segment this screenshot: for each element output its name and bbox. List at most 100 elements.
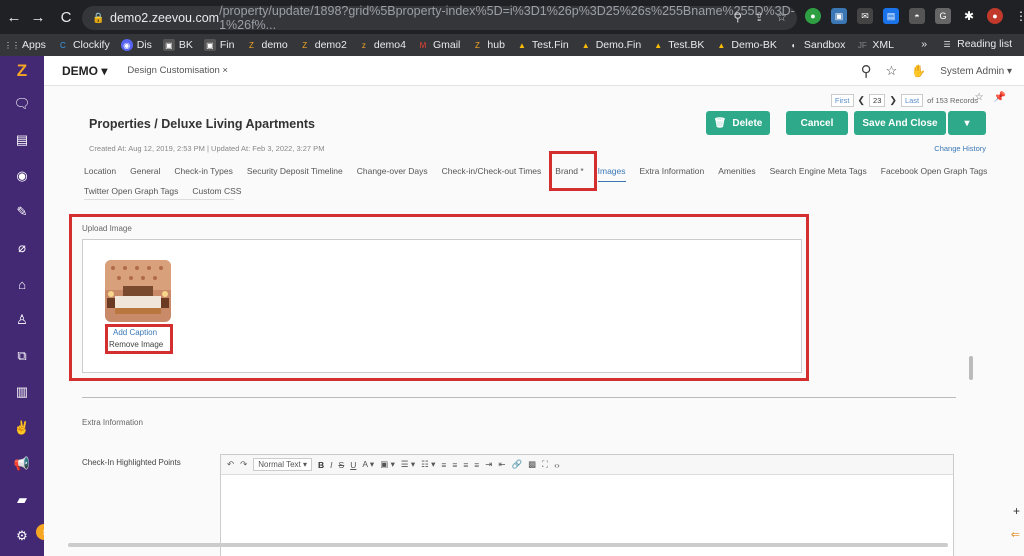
indent-icon[interactable]: ⇥ (485, 459, 492, 470)
tab-twitter-og[interactable]: Twitter Open Graph Tags (84, 186, 178, 196)
bookmark-demo2[interactable]: Zdemo2 (299, 39, 347, 51)
extensions-puzzle-icon[interactable]: ✱ (961, 8, 977, 24)
bookmark-test-bk[interactable]: ▲ Test.BK (652, 39, 704, 51)
vertical-scrollbar[interactable] (969, 356, 973, 380)
pager-prev-icon[interactable]: ❮ (858, 95, 866, 106)
font-color-icon[interactable]: A ▾ (362, 459, 374, 470)
horizontal-scrollbar[interactable] (68, 543, 948, 547)
delete-button[interactable]: 🗑 Delete (706, 111, 770, 135)
search-icon[interactable]: ⚲ (861, 62, 872, 80)
tab-amenities[interactable]: Amenities (718, 166, 755, 182)
bookmark-fin[interactable]: ▣ Fin (203, 39, 234, 51)
copy-icon[interactable]: ⧉ (0, 338, 44, 374)
align-right-icon[interactable]: ≡ (463, 460, 468, 470)
favorite-star-icon[interactable]: ☆ (886, 63, 898, 79)
home-icon[interactable]: ⌂ (0, 266, 44, 302)
tab-location[interactable]: Location (84, 166, 116, 182)
add-icon[interactable]: + (1013, 504, 1020, 518)
pager-current[interactable]: 23 (869, 94, 886, 107)
pager-first[interactable]: First (830, 94, 854, 107)
bookmark-dis[interactable]: ◉ Dis (120, 39, 152, 51)
extension-icon[interactable]: ● (805, 8, 821, 24)
property-image-thumbnail[interactable] (105, 260, 171, 322)
numbered-list-icon[interactable]: ☷ ▾ (421, 459, 435, 470)
bookmarks-overflow[interactable]: » (921, 38, 927, 50)
source-code-icon[interactable]: ‹› (554, 460, 560, 470)
change-history-link[interactable]: Change History (934, 144, 986, 153)
tag-icon[interactable]: ⌀ (0, 230, 44, 266)
user-icon[interactable]: ♙ (0, 302, 44, 338)
redo-icon[interactable]: ↷ (240, 459, 247, 470)
chat-icon[interactable]: 🗨 (0, 86, 44, 122)
extension-icon[interactable]: G (935, 8, 951, 24)
bookmark-star-icon[interactable]: ☆ (776, 10, 787, 24)
bookmark-test-fin[interactable]: ▲ Test.Fin (516, 39, 569, 51)
tab-facebook-og[interactable]: Facebook Open Graph Tags (881, 166, 988, 182)
bookmark-demo4[interactable]: z demo4 (358, 39, 406, 51)
bookmark-clockify[interactable]: C Clockify (57, 39, 110, 51)
tab-general[interactable]: General (130, 166, 160, 182)
address-bar[interactable]: 🔒 demo2.zeevou.com /property/update/1898… (82, 4, 797, 32)
reload-icon[interactable]: C (56, 9, 76, 26)
bookmark-demo[interactable]: Zdemo (245, 39, 288, 51)
extension-icon[interactable]: ▤ (883, 8, 899, 24)
handshake-icon[interactable]: ✌ (0, 410, 44, 446)
bookmark-demo-bk[interactable]: ▲ Demo-BK (715, 39, 776, 51)
save-options-dropdown[interactable]: ▾ (948, 111, 986, 135)
back-arrow-icon[interactable]: ⇐ (1011, 528, 1020, 541)
format-select[interactable]: Normal Text ▾ (253, 458, 313, 471)
bookmark-xml[interactable]: JF XML (856, 39, 894, 51)
bookmark-gmail[interactable]: M Gmail (417, 39, 461, 51)
tab-seo-meta-tags[interactable]: Search Engine Meta Tags (770, 166, 867, 182)
tab-check-times[interactable]: Check-in/Check-out Times (442, 166, 542, 182)
hand-icon[interactable]: ✋ (911, 64, 926, 78)
tab-images[interactable]: Images (597, 166, 626, 182)
user-menu[interactable]: System Admin ▾ (940, 66, 1012, 77)
open-tab[interactable]: Design Customisation × (127, 65, 228, 76)
extension-icon[interactable]: ◓ (909, 8, 925, 24)
fullscreen-icon[interactable]: ⛶ (542, 459, 548, 470)
tab-change-over-days[interactable]: Change-over Days (357, 166, 428, 182)
tab-security-deposit[interactable]: Security Deposit Timeline (247, 166, 343, 182)
forward-icon[interactable]: → (28, 9, 48, 26)
save-and-close-button[interactable]: Save And Close (854, 111, 946, 135)
mail-icon[interactable]: ✉ (857, 8, 873, 24)
italic-icon[interactable]: I (330, 460, 332, 470)
link-icon[interactable]: 🔗 (512, 459, 523, 470)
align-justify-icon[interactable]: ≡ (474, 460, 479, 470)
folder-icon[interactable]: ▰ (0, 482, 44, 518)
megaphone-icon[interactable]: 📢 (0, 446, 44, 482)
image-upload-area[interactable]: Add Caption Remove Image (82, 239, 802, 373)
tab-check-in-types[interactable]: Check-in Types (174, 166, 232, 182)
undo-icon[interactable]: ↶ (227, 459, 234, 470)
bookmark-demo-fin[interactable]: ▲ Demo.Fin (580, 39, 641, 51)
tab-extra-information[interactable]: Extra Information (640, 166, 705, 182)
align-center-icon[interactable]: ≡ (452, 460, 457, 470)
bookmark-sandbox[interactable]: ◐ Sandbox (788, 39, 845, 51)
zoom-icon[interactable]: ⚲ (733, 10, 742, 24)
brand-dropdown[interactable]: DEMO ▾ (62, 64, 107, 78)
pager-last[interactable]: Last (900, 94, 924, 107)
cancel-button[interactable]: Cancel (786, 111, 848, 135)
menu-kebab-icon[interactable]: ⋮ (1013, 8, 1024, 24)
highlight-color-icon[interactable]: ▣ ▾ (380, 459, 395, 470)
star-icon[interactable]: ☆ (975, 92, 984, 103)
underline-icon[interactable]: U (350, 460, 356, 470)
zeevou-logo[interactable]: Z (0, 56, 44, 86)
image-icon[interactable]: ▩ (528, 459, 536, 470)
pin-icon[interactable]: 📌 (994, 92, 1006, 103)
pager-next-icon[interactable]: ❯ (889, 95, 897, 106)
rich-text-editor[interactable]: ↶ ↷ Normal Text ▾ B I S U A ▾ ▣ ▾ ☰ ▾ ☷ … (220, 454, 954, 556)
reading-list[interactable]: ☰ Reading list (941, 38, 1012, 50)
tab-custom-css[interactable]: Custom CSS (192, 186, 241, 196)
back-icon[interactable]: ← (4, 9, 24, 26)
extension-icon[interactable]: ▣ (831, 8, 847, 24)
bookmark-bk[interactable]: ▣ BK (162, 39, 193, 51)
profile-avatar[interactable]: ● (987, 8, 1003, 24)
calendar-icon[interactable]: ▤ (0, 122, 44, 158)
edit-icon[interactable]: ✎ (0, 194, 44, 230)
align-left-icon[interactable]: ≡ (441, 460, 446, 470)
bookmark-hub[interactable]: Zhub (471, 39, 505, 51)
strikethrough-icon[interactable]: S (339, 460, 345, 470)
document-icon[interactable]: ▥ (0, 374, 44, 410)
